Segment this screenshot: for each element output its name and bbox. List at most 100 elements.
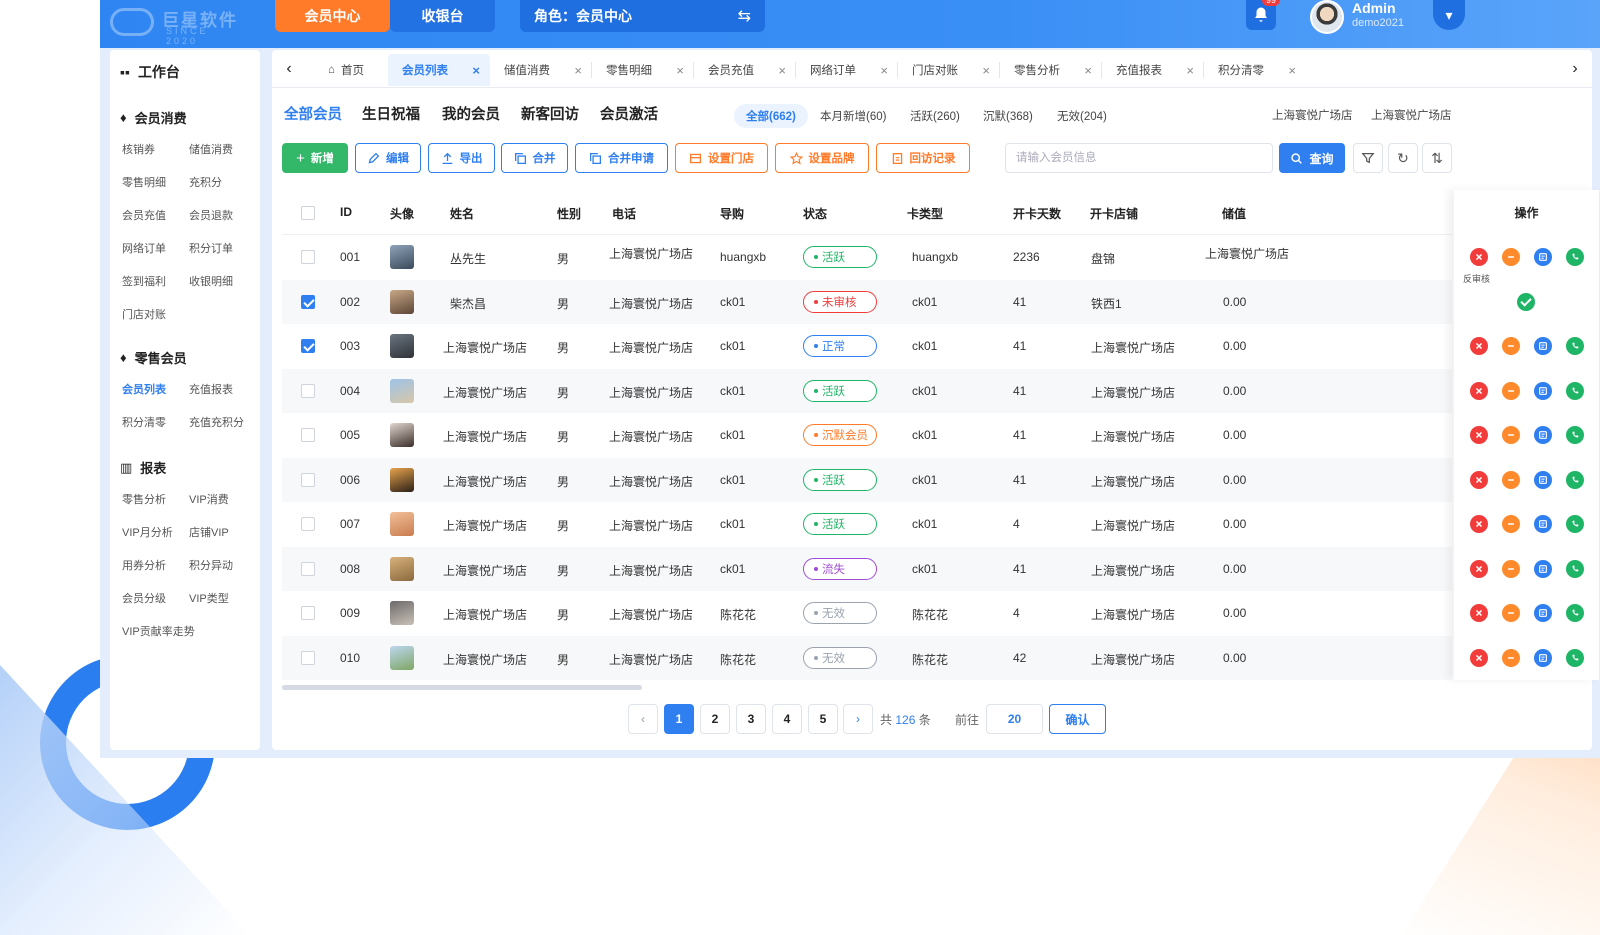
merge-apply-button[interactable]: 合并申请 — [575, 143, 668, 173]
close-icon[interactable]: × — [1288, 63, 1296, 78]
member-avatar[interactable] — [390, 601, 414, 625]
row-checkbox[interactable] — [301, 606, 315, 620]
filter-pill[interactable]: 全部(662) — [734, 104, 808, 128]
sidebar-item[interactable]: 收银明细 — [189, 273, 233, 289]
page-button[interactable]: 4 — [772, 704, 802, 734]
nav-member-center[interactable]: 会员中心 — [275, 0, 390, 32]
message-icon[interactable] — [1534, 426, 1552, 444]
sidebar-item[interactable]: 充积分 — [189, 174, 222, 190]
tab-4[interactable]: 零售明细 × — [592, 54, 694, 86]
table-row[interactable]: 001 丛先生 男 上海寰悦广场店 huangxb 活跃 huangxb 2236 盘锦 上海寰悦… — [282, 235, 1452, 280]
disable-icon[interactable] — [1502, 381, 1520, 400]
tab-3[interactable]: 储值消费 × — [490, 54, 592, 86]
query-button[interactable]: 查询 — [1279, 143, 1345, 173]
sidebar-item[interactable]: 充值充积分 — [189, 414, 244, 430]
member-avatar[interactable] — [390, 334, 414, 358]
tab-scroll-left-icon[interactable]: ‹ — [278, 58, 300, 80]
sidebar-item[interactable]: 会员退款 — [189, 207, 233, 223]
tab-5[interactable]: 会员充值 × — [694, 54, 796, 86]
disable-icon[interactable] — [1502, 515, 1520, 533]
user-avatar[interactable] — [1310, 0, 1344, 34]
phone-icon[interactable] — [1566, 248, 1584, 266]
user-menu-chevron-down-icon[interactable]: ▾ — [1433, 0, 1465, 30]
sidebar-item[interactable]: 积分异动 — [189, 557, 233, 573]
message-icon[interactable] — [1534, 648, 1552, 667]
sidebar-item[interactable]: VIP消费 — [189, 491, 229, 507]
sidebar-item[interactable]: 储值消费 — [189, 141, 233, 157]
visit-record-button[interactable]: 回访记录 — [876, 143, 970, 173]
filter-pill[interactable]: 沉默(368) — [983, 104, 1033, 128]
next-page-chevron-right-icon[interactable]: › — [843, 704, 873, 734]
table-row[interactable]: 007 上海寰悦广场店 男 上海寰悦广场店 ck01 活跃 ck01 4 上海寰悦广场店 0.00 — [282, 502, 1452, 547]
close-icon[interactable]: × — [778, 63, 786, 78]
sidebar-workbench[interactable]: ▪▪ 工作台 — [120, 62, 180, 82]
member-avatar[interactable] — [390, 423, 414, 447]
sidebar-section-2[interactable]: ♦ 零售会员 — [120, 348, 187, 367]
message-icon[interactable] — [1534, 515, 1552, 533]
select-all-checkbox[interactable] — [301, 206, 315, 220]
merge-button[interactable]: 合并 — [501, 143, 568, 173]
confirm-button[interactable]: 确认 — [1049, 704, 1106, 734]
sidebar-item[interactable]: VIP贡献率走势 — [122, 623, 195, 639]
table-row[interactable]: 002 柴杰昌 男 上海寰悦广场店 ck01 未审核 ck01 41 铁西1 0.00 — [282, 279, 1452, 324]
row-checkbox[interactable] — [301, 294, 315, 309]
table-row[interactable]: 006 上海寰悦广场店 男 上海寰悦广场店 ck01 活跃 ck01 41 上海寰悦广场店 0.0… — [282, 457, 1452, 502]
phone-icon[interactable] — [1566, 604, 1584, 622]
member-search-input[interactable] — [1005, 143, 1273, 173]
close-icon[interactable]: × — [880, 63, 888, 78]
member-avatar[interactable] — [390, 378, 414, 403]
member-avatar[interactable] — [390, 645, 414, 670]
message-icon[interactable] — [1534, 559, 1552, 578]
sidebar-item[interactable]: 门店对账 — [122, 306, 166, 322]
phone-icon[interactable] — [1566, 470, 1584, 489]
filter-pill[interactable]: 活跃(260) — [910, 104, 960, 128]
sidebar-item[interactable]: 用券分析 — [122, 557, 166, 573]
sidebar-item[interactable]: 签到福利 — [122, 273, 166, 289]
sidebar-item[interactable]: 会员列表 — [122, 381, 166, 397]
phone-icon[interactable] — [1566, 559, 1584, 578]
phone-icon[interactable] — [1566, 426, 1584, 444]
store-label-2[interactable]: 上海寰悦广场店 — [1371, 107, 1452, 123]
close-icon[interactable]: × — [676, 63, 684, 78]
sidebar-item[interactable]: 店铺VIP — [189, 524, 229, 540]
disable-icon[interactable] — [1502, 470, 1520, 489]
message-icon[interactable] — [1534, 604, 1552, 622]
close-icon[interactable]: × — [472, 63, 480, 78]
subnav-tab[interactable]: 新客回访 — [521, 103, 579, 124]
disable-icon[interactable] — [1502, 337, 1520, 355]
prev-page-chevron-left-icon[interactable]: ‹ — [628, 704, 658, 734]
sidebar-item[interactable]: 网络订单 — [122, 240, 166, 256]
message-icon[interactable] — [1534, 381, 1552, 400]
row-checkbox[interactable] — [301, 339, 315, 353]
member-avatar[interactable] — [390, 289, 414, 314]
subnav-tab[interactable]: 会员激活 — [600, 103, 658, 124]
sidebar-item[interactable]: 核销券 — [122, 141, 155, 157]
disable-icon[interactable] — [1502, 604, 1520, 622]
page-button[interactable]: 3 — [736, 704, 766, 734]
reject-icon[interactable] — [1470, 337, 1488, 355]
table-row[interactable]: 003 上海寰悦广场店 男 上海寰悦广场店 ck01 正常 ck01 41 上海寰悦广场店 0.0… — [282, 324, 1452, 369]
row-checkbox[interactable] — [301, 472, 315, 487]
close-icon[interactable]: × — [982, 63, 990, 78]
disable-icon[interactable] — [1502, 559, 1520, 578]
export-button[interactable]: 导出 — [428, 143, 495, 173]
sidebar-item[interactable]: 零售明细 — [122, 174, 166, 190]
sidebar-item[interactable]: 积分清零 — [122, 414, 166, 430]
phone-icon[interactable] — [1566, 381, 1584, 400]
phone-icon[interactable] — [1566, 648, 1584, 667]
close-icon[interactable]: × — [574, 63, 582, 78]
page-button[interactable]: 5 — [808, 704, 838, 734]
tab-8[interactable]: 零售分析 × — [1000, 54, 1102, 86]
store-label-1[interactable]: 上海寰悦广场店 — [1272, 107, 1353, 123]
reject-icon[interactable] — [1470, 470, 1488, 489]
member-avatar[interactable] — [390, 245, 414, 269]
set-store-button[interactable]: 设置门店 — [675, 143, 768, 173]
add-button[interactable]: + 新增 — [282, 143, 348, 173]
sort-button[interactable]: ⇅ — [1422, 143, 1452, 173]
subnav-tab[interactable]: 生日祝福 — [362, 103, 420, 124]
sidebar-item[interactable]: 积分订单 — [189, 240, 233, 256]
page-button[interactable]: 2 — [700, 704, 730, 734]
subnav-tab[interactable]: 我的会员 — [442, 103, 500, 124]
tab-10[interactable]: 积分清零 × — [1204, 54, 1306, 86]
sidebar-section-3[interactable]: ▥ 报表 — [120, 458, 166, 477]
